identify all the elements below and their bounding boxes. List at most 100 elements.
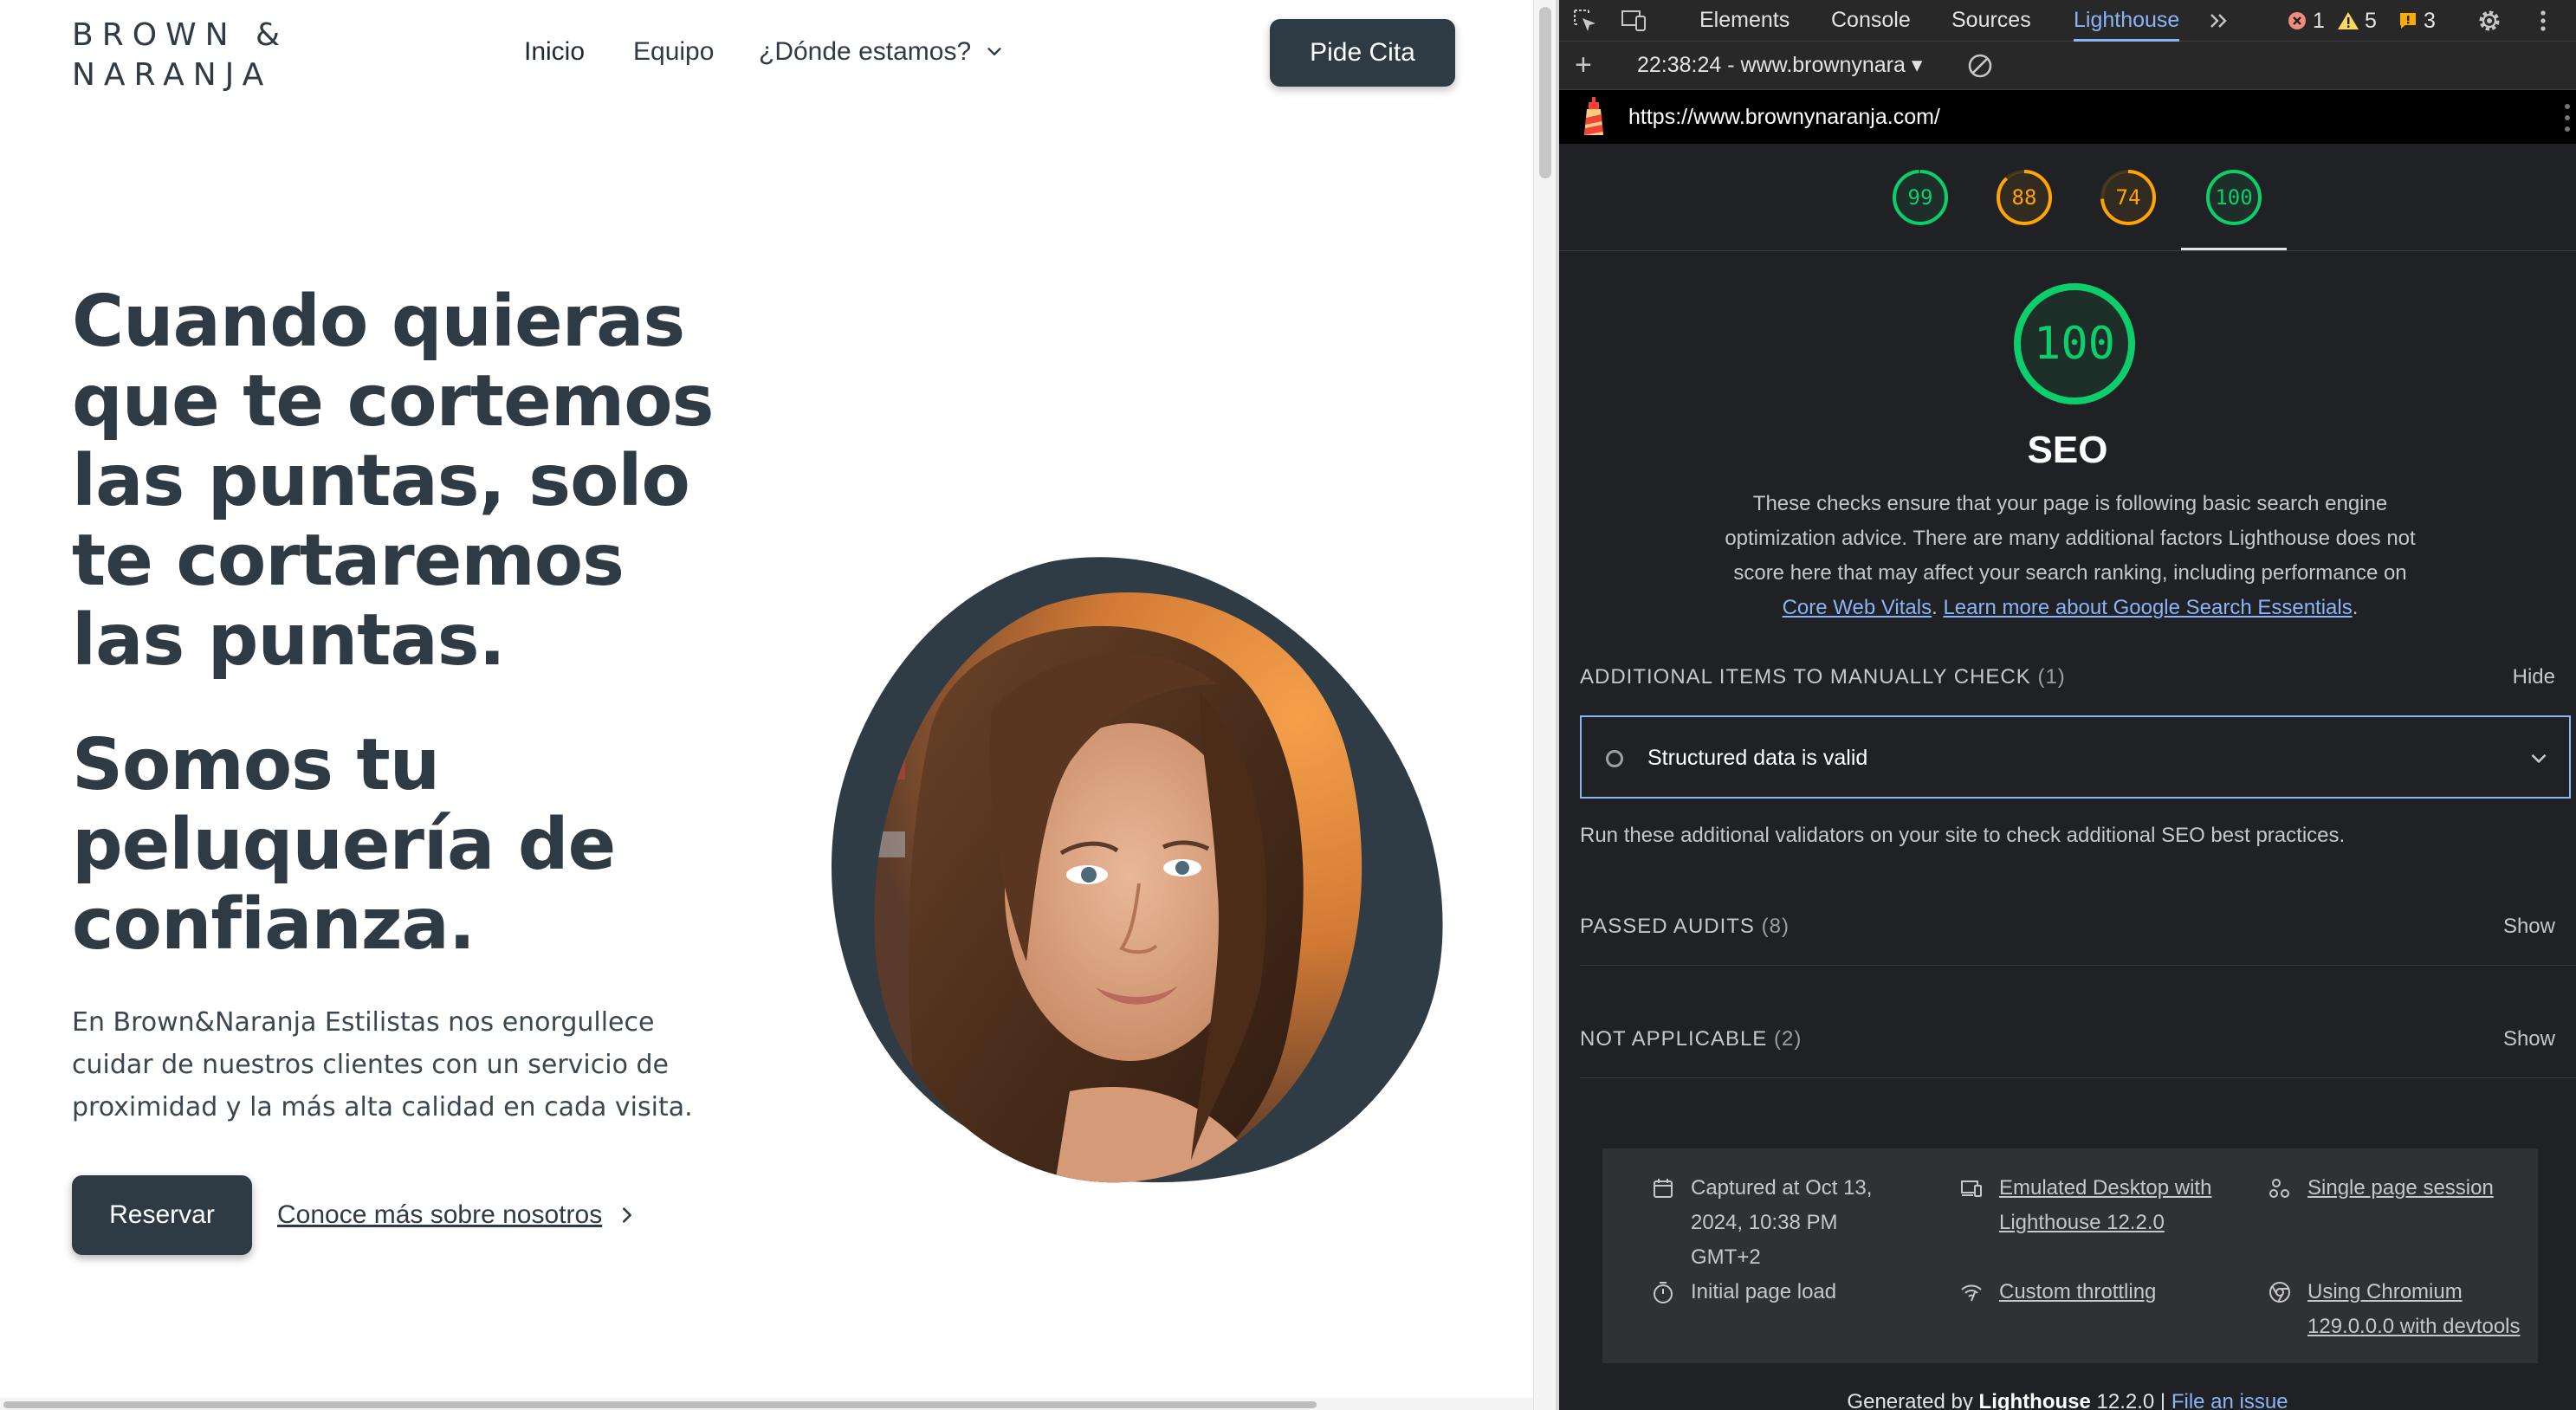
not-applicable-group-header: NOT APPLICABLE (2) Show (1580, 1022, 2555, 1057)
env-emulated-text[interactable]: Emulated Desktop with Lighthouse 12.2.0 (1999, 1171, 2236, 1240)
brand-logo[interactable]: BROWN & NARANJA (72, 16, 288, 95)
report-footer: Generated by Lighthouse 12.2.0 | File an… (1559, 1387, 2576, 1410)
chevron-down-icon (2531, 754, 2547, 764)
audit-structured-data[interactable]: Structured data is valid (1580, 715, 2571, 799)
device-toolbar-icon[interactable] (1620, 7, 1647, 35)
scrollbar-thumb[interactable] (1539, 7, 1551, 178)
new-report-plus-icon[interactable]: + (1575, 50, 1592, 80)
calendar-icon (1654, 1179, 1673, 1198)
network-signal-icon (1961, 1284, 1982, 1302)
performance-score: 99 (1907, 185, 1933, 210)
error-icon (2288, 12, 2306, 29)
env-throttling: Custom throttling (1959, 1275, 2236, 1310)
accessibility-score-gauge[interactable]: 88 (1995, 168, 2054, 227)
seo-score-gauge[interactable]: 100 (2204, 168, 2263, 227)
env-captured-text: Captured at Oct 13, 2024, 10:38 PM GMT+2 (1691, 1176, 1873, 1269)
chevron-right-icon (623, 1207, 632, 1223)
divider (1580, 1077, 2576, 1078)
learn-more-link[interactable]: Conoce más sobre nosotros (277, 1198, 637, 1232)
report-url-bar: https://www.brownynaranja.com/ (1559, 90, 2576, 144)
best-practices-score-gauge[interactable]: 74 (2099, 168, 2158, 227)
website-viewport: BROWN & NARANJA Inicio Equipo ¿Dónde est… (0, 0, 1556, 1410)
inspect-element-icon[interactable] (1571, 7, 1599, 35)
issues-badge[interactable]: 3 (2398, 9, 2436, 33)
report-menu-icon[interactable] (2564, 102, 2571, 133)
manual-check-group-header: ADDITIONAL ITEMS TO MANUALLY CHECK (1) H… (1580, 660, 2555, 695)
devtools-panel: Elements Console Sources Lighthouse 1 5 … (1559, 0, 2576, 1410)
score-gauges: 99 88 74 100 (1559, 144, 2576, 251)
warning-icon (2338, 12, 2359, 29)
manual-check-count: (1) (2037, 665, 2066, 689)
report-selector-label: 22:38:24 - www.brownynara (1637, 53, 1906, 77)
kebab-menu-icon[interactable] (2529, 7, 2557, 35)
seo-main-score: 100 (2034, 318, 2115, 370)
tab-console[interactable]: Console (1831, 0, 1911, 42)
env-session-text[interactable]: Single page session (2307, 1171, 2494, 1206)
issues-count: 3 (2424, 8, 2436, 33)
learn-more-label: Conoce más sobre nosotros (277, 1200, 603, 1229)
clear-reports-icon[interactable] (1966, 52, 1994, 80)
tab-sources[interactable]: Sources (1951, 0, 2031, 42)
reservar-button[interactable]: Reservar (72, 1175, 252, 1255)
errors-badge[interactable]: 1 (2287, 9, 2325, 33)
nav-dropdown-donde-estamos[interactable]: ¿Dónde estamos? (759, 33, 1004, 71)
file-issue-link[interactable]: File an issue (2171, 1390, 2288, 1410)
logo-line-1: BROWN & (72, 17, 289, 53)
manual-check-description: Run these additional validators on your … (1580, 824, 2346, 847)
runtime-settings-box: Captured at Oct 13, 2024, 10:38 PM GMT+2… (1602, 1148, 2538, 1363)
page-horizontal-scrollbar[interactable] (0, 1398, 1533, 1410)
footer-version: 12.2.0 | (2096, 1390, 2166, 1410)
manual-check-hide-toggle[interactable]: Hide (2513, 660, 2555, 695)
nav-dropdown-label: ¿Dónde estamos? (759, 37, 972, 66)
session-icon (2269, 1179, 2289, 1198)
devices-icon (1961, 1180, 1982, 1197)
hero-portrait-image (832, 557, 1443, 1183)
passed-audits-group-header: PASSED AUDITS (8) Show (1580, 909, 2555, 944)
manual-audit-circle-icon (1606, 750, 1623, 767)
report-url[interactable]: https://www.brownynaranja.com/ (1628, 102, 1940, 132)
chevron-down-icon (987, 48, 1001, 55)
category-description-text: These checks ensure that your page is fo… (1725, 492, 2416, 585)
not-applicable-show-toggle[interactable]: Show (2503, 1022, 2555, 1057)
core-web-vitals-link[interactable]: Core Web Vitals (1783, 596, 1932, 619)
settings-gear-icon[interactable] (2476, 7, 2503, 35)
footer-prefix: Generated by (1847, 1390, 1973, 1410)
warnings-count: 5 (2365, 8, 2377, 33)
seo-main-gauge: 100 (2011, 281, 2138, 407)
seo-score: 100 (2215, 185, 2253, 210)
env-throttling-text[interactable]: Custom throttling (1999, 1275, 2156, 1310)
divider (1580, 965, 2576, 966)
audit-title: Structured data is valid (1647, 746, 1868, 770)
passed-audits-show-toggle[interactable]: Show (2503, 909, 2555, 944)
more-tabs-icon[interactable] (2205, 7, 2233, 35)
nav-link-inicio[interactable]: Inicio (524, 33, 585, 71)
best-practices-score: 74 (2115, 185, 2141, 210)
lighthouse-toolbar: + 22:38:24 - www.brownynara ▾ (1559, 42, 2576, 90)
page-vertical-scrollbar[interactable] (1533, 0, 1556, 1410)
logo-line-2: NARANJA (72, 57, 273, 93)
hero-title: Cuando quieras que te cortemos las punta… (72, 281, 714, 682)
scrollbar-thumb[interactable] (3, 1401, 1317, 1408)
pide-cita-button[interactable]: Pide Cita (1270, 19, 1455, 87)
performance-score-gauge[interactable]: 99 (1891, 168, 1950, 227)
report-selector[interactable]: 22:38:24 - www.brownynara ▾ (1637, 50, 1922, 80)
search-essentials-link[interactable]: Learn more about Google Search Essential… (1943, 596, 2352, 619)
footer-brand: Lighthouse (1978, 1390, 2091, 1410)
passed-audits-title: PASSED AUDITS (8) (1580, 909, 1790, 944)
env-chromium-text[interactable]: Using Chromium 129.0.0.0 with devtools (2307, 1275, 2527, 1344)
manual-check-title-text: ADDITIONAL ITEMS TO MANUALLY CHECK (1580, 665, 2031, 689)
warnings-badge[interactable]: 5 (2337, 9, 2377, 33)
not-applicable-title: NOT APPLICABLE (2) (1580, 1022, 1802, 1057)
tab-lighthouse[interactable]: Lighthouse (2074, 0, 2180, 42)
env-chromium: Using Chromium 129.0.0.0 with devtools (2268, 1275, 2527, 1344)
env-captured: Captured at Oct 13, 2024, 10:38 PM GMT+2 (1651, 1171, 1911, 1275)
hero-subtitle: Somos tu peluquería de confianza. (72, 724, 616, 966)
env-emulated: Emulated Desktop with Lighthouse 12.2.0 (1959, 1171, 2236, 1240)
env-initial-load: Initial page load (1651, 1275, 1911, 1310)
passed-audits-count: (8) (1761, 915, 1790, 938)
manual-check-title: ADDITIONAL ITEMS TO MANUALLY CHECK (1) (1580, 660, 2066, 695)
tab-elements[interactable]: Elements (1699, 0, 1790, 42)
accessibility-score: 88 (2011, 185, 2037, 210)
nav-link-equipo[interactable]: Equipo (633, 33, 714, 71)
not-applicable-count: (2) (1773, 1027, 1803, 1051)
